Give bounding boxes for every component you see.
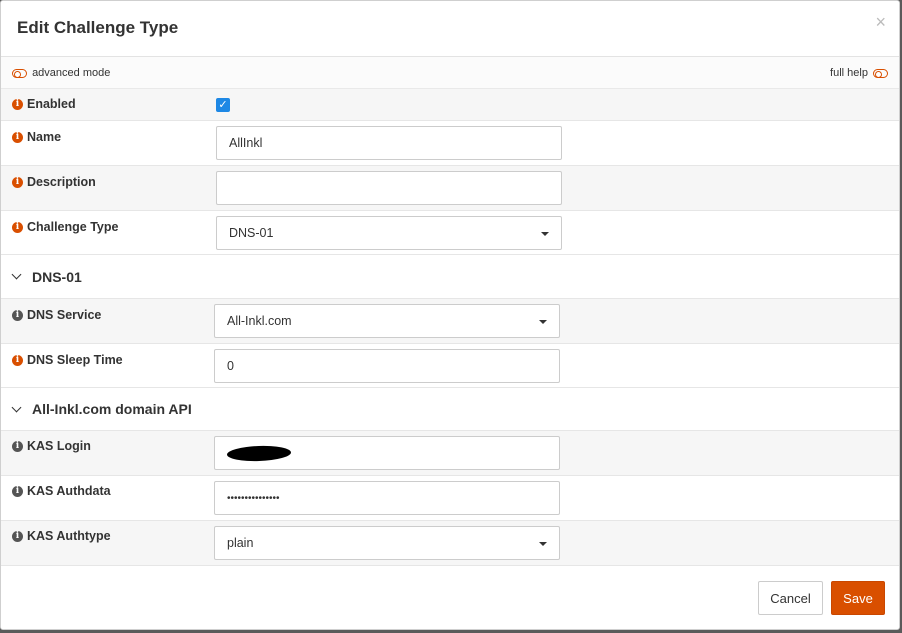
row-description: i Description	[1, 166, 899, 211]
chevron-down-icon	[11, 402, 22, 413]
info-icon[interactable]: i	[12, 530, 23, 542]
kas-authtype-select[interactable]: plain	[214, 526, 560, 560]
section-allinkl-api[interactable]: All-Inkl.com domain API	[1, 388, 899, 431]
challenge-type-select[interactable]: DNS-01	[216, 216, 562, 250]
close-icon[interactable]: ×	[875, 13, 886, 31]
mode-bar: advanced mode full help	[1, 57, 899, 89]
row-kas-login: i KAS Login	[1, 431, 899, 476]
dialog-title: Edit Challenge Type	[17, 18, 179, 37]
dialog-header: Edit Challenge Type ×	[1, 1, 899, 57]
row-kas-authtype: i KAS Authtype plain	[1, 521, 899, 566]
info-icon[interactable]: i	[12, 98, 23, 110]
toggle-off-icon	[12, 68, 27, 78]
cancel-button[interactable]: Cancel	[758, 581, 823, 615]
kas-authdata-label-wrap: i KAS Authdata	[12, 484, 111, 498]
dns-sleep-label-wrap: i DNS Sleep Time	[12, 353, 123, 367]
chevron-down-icon	[11, 269, 22, 280]
row-kas-authdata: i KAS Authdata •••••••••••••••	[1, 476, 899, 521]
dns-service-select[interactable]: All-Inkl.com	[214, 304, 560, 338]
kas-login-label: KAS Login	[27, 439, 91, 453]
info-icon[interactable]: i	[12, 354, 23, 366]
section-allinkl-api-title: All-Inkl.com domain API	[32, 401, 192, 417]
redaction-scribble	[226, 444, 292, 463]
kas-authtype-label-wrap: i KAS Authtype	[12, 529, 111, 543]
advanced-mode-label: advanced mode	[32, 67, 111, 80]
chevron-down-icon	[541, 232, 549, 236]
info-icon[interactable]: i	[12, 176, 23, 188]
kas-authdata-input[interactable]: •••••••••••••••	[214, 481, 560, 515]
row-dns-service: i DNS Service All-Inkl.com	[1, 299, 899, 344]
toggle-off-icon	[873, 68, 888, 78]
chevron-down-icon	[539, 542, 547, 546]
kas-authdata-label: KAS Authdata	[27, 484, 111, 498]
challenge-type-label-wrap: i Challenge Type	[12, 220, 118, 234]
kas-authtype-value: plain	[227, 536, 254, 550]
dns-service-label-wrap: i DNS Service	[12, 308, 101, 322]
description-label-wrap: i Description	[12, 175, 96, 189]
dialog-footer: Cancel Save	[1, 566, 899, 629]
row-challenge-type: i Challenge Type DNS-01	[1, 211, 899, 255]
row-name: i Name AllInkl	[1, 121, 899, 166]
name-label: Name	[27, 130, 62, 144]
chevron-down-icon	[539, 320, 547, 324]
row-enabled: i Enabled ✓	[1, 89, 899, 121]
description-label: Description	[27, 175, 96, 189]
save-button[interactable]: Save	[831, 581, 885, 615]
row-dns-sleep-time: i DNS Sleep Time 0	[1, 344, 899, 388]
kas-login-label-wrap: i KAS Login	[12, 439, 91, 453]
challenge-type-value: DNS-01	[229, 226, 274, 240]
dns-sleep-input[interactable]: 0	[214, 349, 560, 383]
enabled-label-wrap: i Enabled	[12, 97, 76, 111]
enabled-checkbox[interactable]: ✓	[216, 98, 230, 112]
full-help-label: full help	[830, 67, 868, 80]
advanced-mode-toggle[interactable]: advanced mode	[12, 67, 110, 79]
info-icon[interactable]: i	[12, 221, 23, 233]
edit-challenge-dialog: Edit Challenge Type × advanced mode full…	[0, 0, 900, 630]
dns-service-value: All-Inkl.com	[227, 314, 292, 328]
dns-service-label: DNS Service	[27, 308, 102, 322]
kas-login-input[interactable]	[214, 436, 560, 470]
description-input[interactable]	[216, 171, 562, 205]
dns-sleep-label: DNS Sleep Time	[27, 353, 123, 367]
enabled-label: Enabled	[27, 97, 76, 111]
info-icon[interactable]: i	[12, 485, 23, 497]
info-icon[interactable]: i	[12, 440, 23, 452]
info-icon[interactable]: i	[12, 309, 23, 321]
challenge-type-label: Challenge Type	[27, 220, 119, 234]
full-help-toggle[interactable]: full help	[830, 67, 888, 79]
info-icon[interactable]: i	[12, 131, 23, 143]
kas-authtype-label: KAS Authtype	[27, 529, 111, 543]
section-dns-01-title: DNS-01	[32, 269, 82, 285]
name-input[interactable]: AllInkl	[216, 126, 562, 160]
name-label-wrap: i Name	[12, 130, 61, 144]
section-dns-01[interactable]: DNS-01	[1, 255, 899, 299]
